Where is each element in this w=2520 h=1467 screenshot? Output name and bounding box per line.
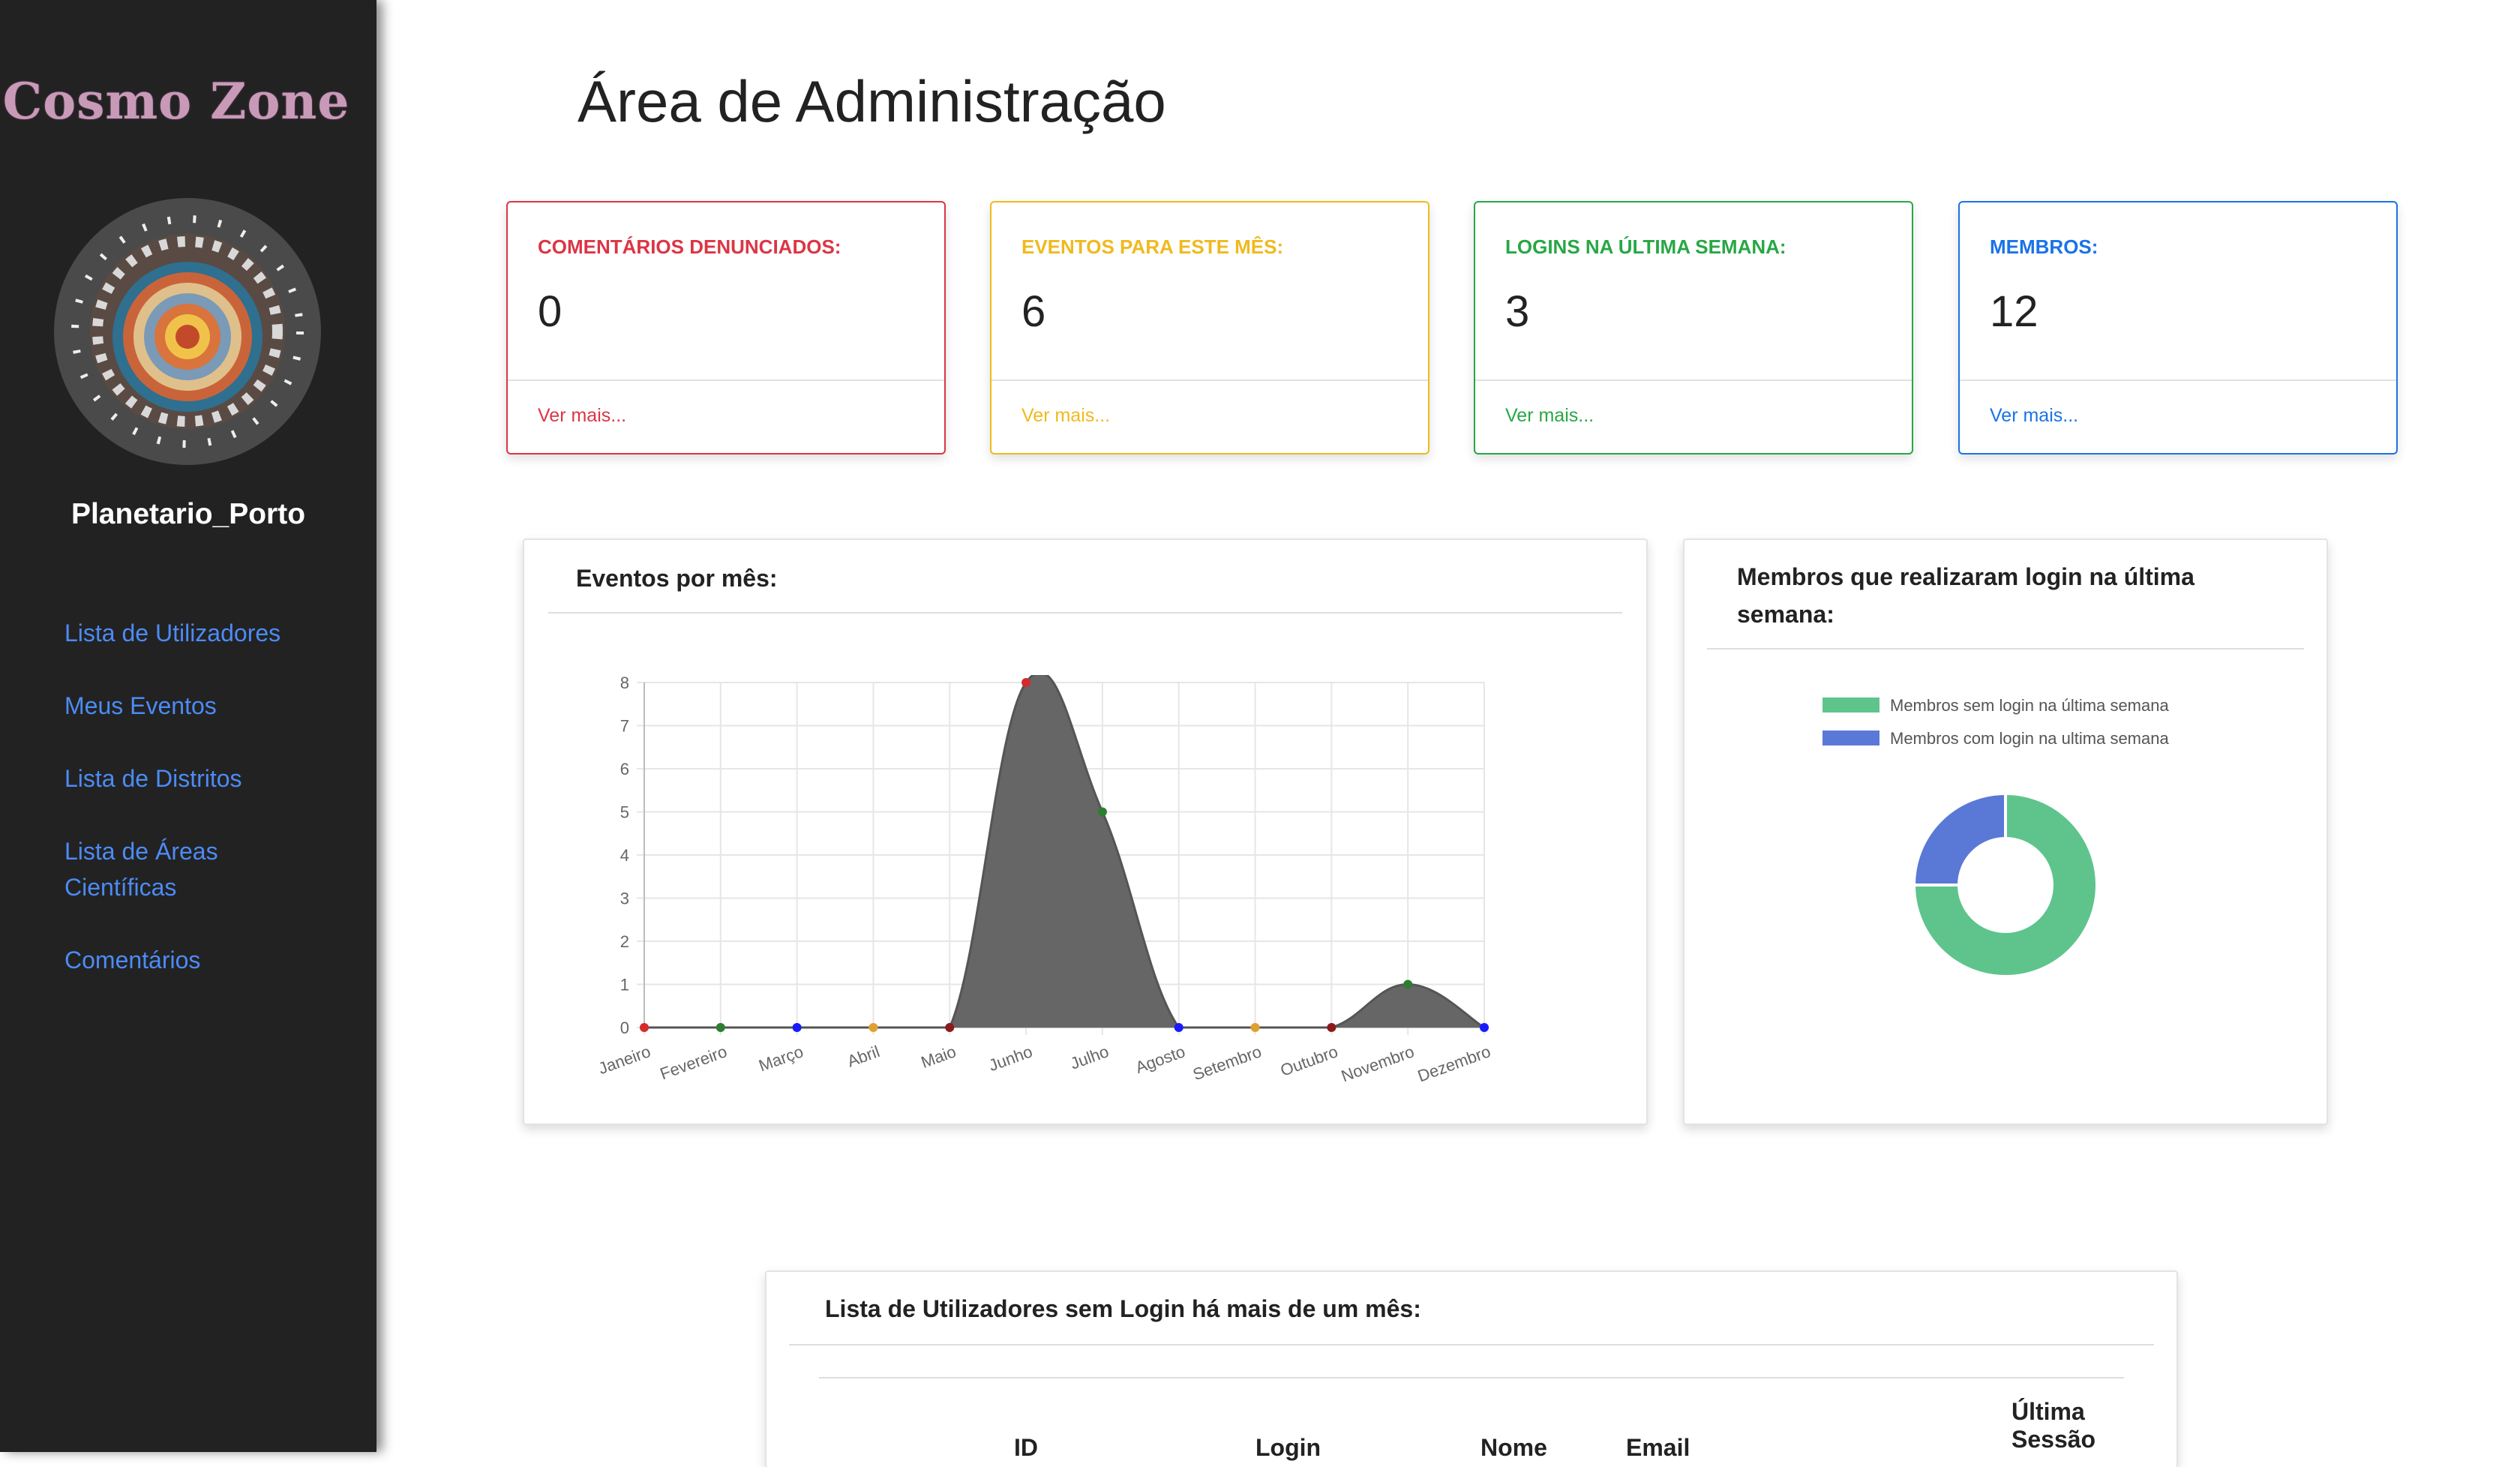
sidebar-item-label: Científicas: [64, 874, 177, 901]
y-tick-label: 3: [620, 890, 629, 908]
sidebar: Cosmo Zone Planetario_Porto Lista de Uti…: [0, 0, 376, 1452]
series-area: [644, 675, 1484, 1028]
y-tick-label: 2: [620, 932, 629, 951]
card-label: Eventos para este mês:: [1022, 236, 1284, 258]
see-more-link[interactable]: Ver mais...: [1022, 405, 1110, 427]
data-point[interactable]: [945, 1023, 955, 1032]
x-tick-label: Agosto: [1133, 1042, 1188, 1077]
reported-comments-card: Comentários denunciados: 0 Ver mais...: [506, 201, 946, 454]
column-header-line: Última: [2012, 1398, 2085, 1425]
card-value: 12: [1990, 287, 2038, 336]
see-more-link[interactable]: Ver mais...: [538, 405, 626, 427]
column-header-line: Sessão: [2012, 1426, 2096, 1453]
data-point[interactable]: [868, 1023, 878, 1032]
avatar-image: [54, 198, 321, 465]
card-divider: [1475, 380, 1912, 381]
page-title: Área de Administração: [578, 68, 1166, 134]
y-tick-label: 8: [620, 675, 629, 692]
panel-divider: [1707, 648, 2304, 650]
y-tick-label: 0: [620, 1018, 629, 1037]
x-tick-label: Abril: [844, 1042, 882, 1071]
y-tick-label: 4: [620, 846, 629, 865]
x-tick-label: Maio: [919, 1042, 958, 1072]
panel-title-line1: Membros que realizaram login na última: [1737, 563, 2194, 590]
sidebar-item-users[interactable]: Lista de Utilizadores: [64, 615, 280, 651]
column-header-name[interactable]: Nome: [1480, 1434, 1547, 1462]
card-divider: [508, 380, 944, 381]
card-value: 3: [1505, 287, 1530, 336]
doughnut-slice[interactable]: [1912, 791, 2007, 886]
sidebar-item-my-events[interactable]: Meus Eventos: [64, 688, 217, 724]
data-point[interactable]: [1250, 1023, 1260, 1032]
sidebar-item-scientific-areas[interactable]: Lista de Áreas Científicas: [64, 833, 218, 905]
x-tick-label: Julho: [1068, 1042, 1112, 1072]
x-tick-label: Janeiro: [596, 1042, 652, 1078]
panel-title: Eventos por mês:: [576, 565, 778, 592]
sidebar-item-districts[interactable]: Lista de Distritos: [64, 760, 242, 796]
x-tick-label: Fevereiro: [658, 1042, 730, 1083]
legend-label[interactable]: Membros sem login na última semana: [1890, 696, 2169, 715]
y-tick-label: 6: [620, 760, 629, 778]
panel-divider: [548, 612, 1622, 614]
card-value: 0: [538, 287, 562, 336]
x-tick-label: Setembro: [1190, 1042, 1264, 1084]
legend-label[interactable]: Membros com login na ultima semana: [1890, 729, 2169, 748]
legend-swatch[interactable]: [1822, 698, 1880, 712]
card-divider: [1960, 380, 2396, 381]
avatar: [54, 198, 321, 465]
x-tick-label: Junho: [986, 1042, 1035, 1075]
data-point[interactable]: [716, 1023, 725, 1032]
card-divider: [992, 380, 1428, 381]
username: Planetario_Porto: [70, 498, 306, 530]
data-point[interactable]: [1097, 807, 1107, 817]
data-point[interactable]: [1480, 1023, 1489, 1032]
month-events-card: Eventos para este mês: 6 Ver mais...: [990, 201, 1430, 454]
week-logins-panel: Membros que realizaram login na última s…: [1683, 538, 2328, 1125]
see-more-link[interactable]: Ver mais...: [1990, 405, 2078, 427]
y-tick-label: 5: [620, 803, 629, 822]
logins-doughnut-chart: Membros sem login na última semana Membro…: [1822, 696, 2169, 978]
data-point[interactable]: [640, 1023, 649, 1032]
data-point[interactable]: [1327, 1023, 1336, 1032]
panel-title: Lista de Utilizadores sem Login há mais …: [825, 1295, 1421, 1322]
column-header-login[interactable]: Login: [1256, 1434, 1321, 1462]
data-point[interactable]: [1174, 1023, 1184, 1032]
see-more-link[interactable]: Ver mais...: [1505, 405, 1594, 427]
card-label: Logins na última semana:: [1505, 236, 1786, 258]
table-top-border: [819, 1377, 2124, 1378]
inactive-users-panel: Lista de Utilizadores sem Login há mais …: [765, 1270, 2178, 1467]
column-header-last-session[interactable]: Última Sessão: [2012, 1398, 2096, 1454]
panel-divider: [789, 1344, 2154, 1346]
y-tick-label: 1: [620, 976, 629, 994]
legend-swatch[interactable]: [1822, 730, 1880, 746]
data-point[interactable]: [792, 1023, 802, 1032]
x-tick-label: Outubro: [1278, 1042, 1340, 1080]
data-point[interactable]: [1022, 678, 1031, 687]
y-tick-label: 7: [620, 717, 629, 736]
brand-logo[interactable]: Cosmo Zone: [0, 72, 352, 130]
x-tick-label: Março: [756, 1042, 806, 1075]
members-card: Membros: 12 Ver mais...: [1958, 201, 2398, 454]
week-logins-card: Logins na última semana: 3 Ver mais...: [1474, 201, 1913, 454]
events-per-month-panel: Eventos por mês: 0 1 2 3 4 5 6 7 8 Janeiro Feverei…: [523, 538, 1648, 1125]
data-point[interactable]: [1403, 980, 1413, 989]
card-label: Comentários denunciados:: [538, 236, 842, 258]
sidebar-item-comments[interactable]: Comentários: [64, 942, 200, 978]
panel-title-line2: semana:: [1737, 601, 1834, 628]
events-area-chart: 0 1 2 3 4 5 6 7 8 Janeiro Fevereiro Março Abril Maio J…: [596, 675, 1493, 1085]
column-header-email[interactable]: Email: [1626, 1434, 1690, 1462]
sidebar-item-label: Lista de Áreas: [64, 838, 218, 865]
card-value: 6: [1022, 287, 1046, 336]
x-tick-label: Novembro: [1339, 1042, 1417, 1085]
x-tick-label: Dezembro: [1415, 1042, 1493, 1085]
column-header-id[interactable]: ID: [1014, 1434, 1038, 1462]
card-label: Membros:: [1990, 236, 2098, 258]
